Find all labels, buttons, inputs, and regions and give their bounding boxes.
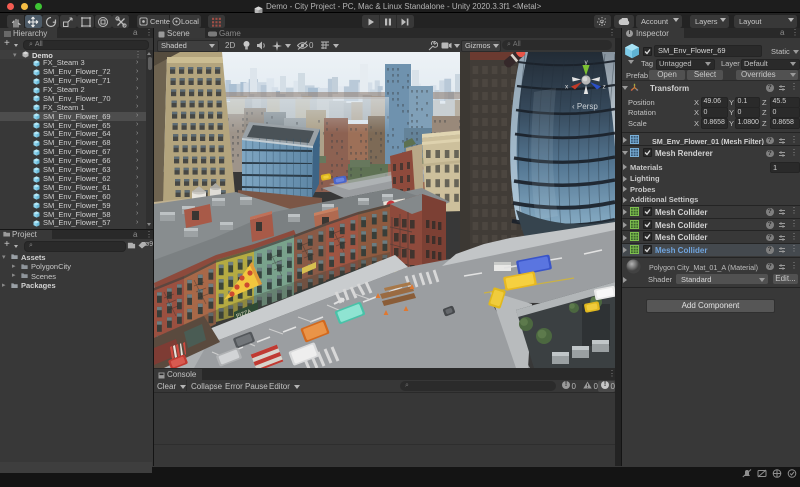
svg-text:‹ Persp: ‹ Persp	[572, 102, 598, 111]
svg-text:z: z	[603, 84, 606, 91]
